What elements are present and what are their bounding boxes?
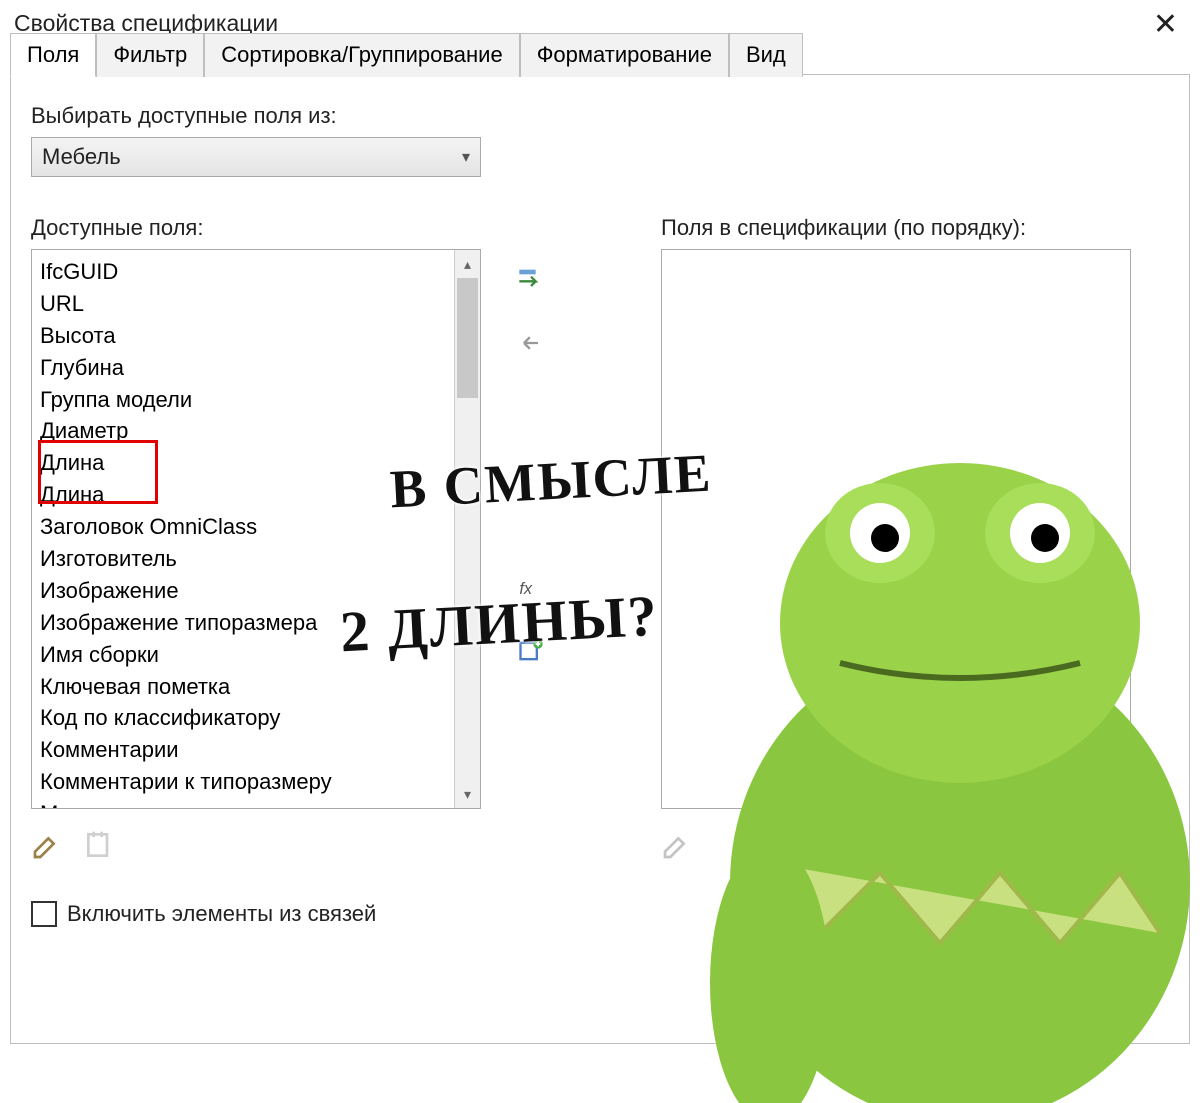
scheduled-fields-listbox[interactable] xyxy=(661,249,1131,809)
dropdown-value: Мебель xyxy=(42,144,121,170)
tab-sort-group[interactable]: Сортировка/Группирование xyxy=(204,33,519,77)
list-item[interactable]: Марка xyxy=(40,798,472,809)
edit-scheduled-icon[interactable] xyxy=(661,829,693,861)
list-item[interactable]: Изображение xyxy=(40,575,472,607)
list-item[interactable]: IfcGUID xyxy=(40,256,472,288)
tabs: Поля Фильтр Сортировка/Группирование Фор… xyxy=(10,33,803,77)
list-item[interactable]: Группа модели xyxy=(40,384,472,416)
new-parameter-icon[interactable] xyxy=(83,829,115,861)
tab-fields[interactable]: Поля xyxy=(10,33,96,77)
list-item[interactable]: Высота xyxy=(40,320,472,352)
available-fields-label: Доступные поля: xyxy=(31,215,481,241)
chevron-down-icon: ▾ xyxy=(462,147,470,167)
category-dropdown[interactable]: Мебель ▾ xyxy=(31,137,481,177)
combine-parameters-button[interactable] xyxy=(511,631,551,671)
add-field-button[interactable] xyxy=(511,259,551,299)
list-item[interactable]: Комментарии xyxy=(40,734,472,766)
scrollbar[interactable]: ▴ ▾ xyxy=(454,250,480,808)
scroll-thumb[interactable] xyxy=(457,278,478,398)
close-button[interactable]: ✕ xyxy=(1145,10,1186,40)
tab-view[interactable]: Вид xyxy=(729,33,803,77)
list-item[interactable]: Диаметр xyxy=(40,415,472,447)
available-from-label: Выбирать доступные поля из: xyxy=(31,103,1169,129)
list-item[interactable]: Изображение типоразмера xyxy=(40,607,472,639)
list-item[interactable]: Имя сборки xyxy=(40,639,472,671)
edit-parameter-icon[interactable] xyxy=(31,829,63,861)
tab-formatting[interactable]: Форматирование xyxy=(520,33,729,77)
available-fields-listbox[interactable]: IfcGUIDURLВысотаГлубинаГруппа моделиДиам… xyxy=(31,249,481,809)
list-item[interactable]: Длина xyxy=(40,447,472,479)
list-item[interactable]: Длина xyxy=(40,479,472,511)
list-item[interactable]: URL xyxy=(40,288,472,320)
svg-text:fx: fx xyxy=(519,580,533,598)
calculated-value-button[interactable]: fx xyxy=(511,567,551,607)
list-item[interactable]: Изготовитель xyxy=(40,543,472,575)
scroll-up-icon[interactable]: ▴ xyxy=(455,250,480,278)
scroll-down-icon[interactable]: ▾ xyxy=(455,780,480,808)
list-item[interactable]: Заголовок OmniClass xyxy=(40,511,472,543)
list-item[interactable]: Глубина xyxy=(40,352,472,384)
scheduled-fields-label: Поля в спецификации (по порядку): xyxy=(661,215,1131,241)
list-item[interactable]: Код по классификатору xyxy=(40,702,472,734)
list-item[interactable]: Ключевая пометка xyxy=(40,671,472,703)
include-linked-checkbox[interactable] xyxy=(31,901,57,927)
include-linked-label: Включить элементы из связей xyxy=(67,901,376,927)
list-item[interactable]: Комментарии к типоразмеру xyxy=(40,766,472,798)
tab-filter[interactable]: Фильтр xyxy=(96,33,204,77)
remove-field-button[interactable] xyxy=(511,323,551,363)
